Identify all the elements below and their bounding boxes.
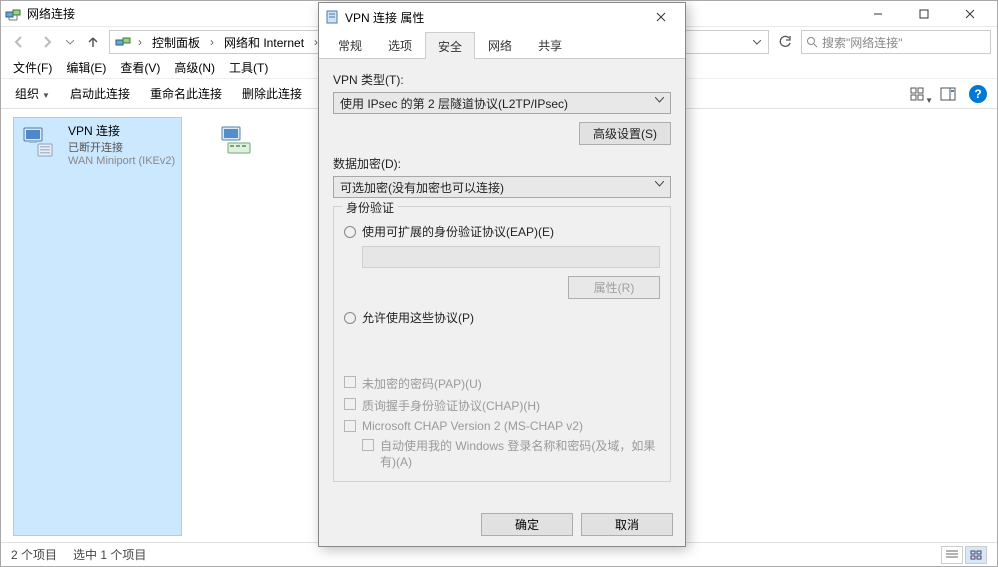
encryption-label: 数据加密(D): (333, 155, 671, 172)
view-mode-button[interactable]: ▼ (905, 83, 931, 105)
forward-button[interactable] (35, 30, 59, 54)
details-view-button[interactable] (941, 546, 963, 564)
vpn-properties-dialog: VPN 连接 属性 常规 选项 安全 网络 共享 VPN 类型(T): 使用 I… (318, 2, 686, 547)
connection-item-partial[interactable] (212, 117, 264, 536)
dialog-buttons: 确定 取消 (319, 505, 685, 546)
radio-icon (344, 312, 356, 324)
checkbox-chap: 质询握手身份验证协议(CHAP)(H) (344, 397, 660, 414)
search-icon (806, 36, 818, 48)
tab-security[interactable]: 安全 (425, 32, 475, 59)
connection-status: 已断开连接 (68, 139, 175, 155)
icons-view-button[interactable] (965, 546, 987, 564)
delete-connection-button[interactable]: 删除此连接 (234, 82, 310, 105)
breadcrumb-seg-0[interactable]: 控制面板 (146, 31, 206, 54)
chk-chap-label: 质询握手身份验证协议(CHAP)(H) (362, 397, 540, 414)
refresh-button[interactable] (773, 30, 797, 54)
checkbox-icon (344, 376, 356, 388)
tab-general[interactable]: 常规 (325, 31, 375, 58)
chk-autocred-label: 自动使用我的 Windows 登录名称和密码(及域，如果有)(A) (380, 438, 660, 470)
tab-sharing[interactable]: 共享 (525, 31, 575, 58)
vpn-type-value: 使用 IPsec 的第 2 层隧道协议(L2TP/IPsec) (340, 95, 568, 112)
checkbox-auto-credentials: 自动使用我的 Windows 登录名称和密码(及域，如果有)(A) (362, 438, 660, 470)
encryption-combo[interactable]: 可选加密(没有加密也可以连接) (333, 176, 671, 198)
window-title: 网络连接 (27, 5, 75, 22)
radio-eap-label: 使用可扩展的身份验证协议(EAP)(E) (362, 223, 554, 240)
radio-allow-protocols[interactable]: 允许使用这些协议(P) (344, 309, 660, 326)
menu-view[interactable]: 查看(V) (114, 57, 166, 78)
help-button[interactable]: ? (965, 83, 991, 105)
breadcrumb-seg-1[interactable]: 网络和 Internet (218, 31, 310, 54)
ok-button[interactable]: 确定 (481, 513, 573, 536)
dialog-icon (325, 10, 339, 24)
auth-legend: 身份验证 (342, 199, 398, 216)
eap-method-combo (362, 246, 660, 268)
advanced-settings-button[interactable]: 高级设置(S) (579, 122, 671, 145)
dialog-title: VPN 连接 属性 (345, 9, 424, 26)
eap-properties-button: 属性(R) (568, 276, 660, 299)
checkbox-icon (362, 439, 374, 451)
preview-pane-button[interactable] (935, 83, 961, 105)
connection-text: VPN 连接 已断开连接 WAN Miniport (IKEv2) (68, 122, 175, 167)
start-connection-button[interactable]: 启动此连接 (62, 82, 138, 105)
encryption-value: 可选加密(没有加密也可以连接) (340, 179, 504, 196)
view-toggle (941, 546, 987, 564)
back-button[interactable] (7, 30, 31, 54)
window-icon (5, 6, 21, 22)
rename-connection-button[interactable]: 重命名此连接 (142, 82, 230, 105)
menu-file[interactable]: 文件(F) (7, 57, 58, 78)
checkbox-mschap: Microsoft CHAP Version 2 (MS-CHAP v2) (344, 419, 660, 433)
status-count: 2 个项目 (11, 546, 57, 563)
dialog-close-button[interactable] (643, 5, 679, 29)
connection-name: VPN 连接 (68, 122, 175, 139)
breadcrumb-dropdown[interactable] (748, 40, 766, 45)
vpn-type-label: VPN 类型(T): (333, 71, 671, 88)
dialog-titlebar: VPN 连接 属性 (319, 3, 685, 31)
connection-driver: WAN Miniport (IKEv2) (68, 155, 175, 167)
location-icon (115, 34, 131, 50)
radio-eap[interactable]: 使用可扩展的身份验证协议(EAP)(E) (344, 223, 660, 240)
close-button[interactable] (947, 1, 993, 27)
tab-options[interactable]: 选项 (375, 31, 425, 58)
checkbox-icon (344, 398, 356, 410)
auth-groupbox: 身份验证 使用可扩展的身份验证协议(EAP)(E) 属性(R) 允许使用这些协议… (333, 206, 671, 482)
radio-allow-label: 允许使用这些协议(P) (362, 309, 474, 326)
chevron-down-icon (655, 181, 664, 187)
menu-tools[interactable]: 工具(T) (223, 57, 274, 78)
connection-item[interactable]: VPN 连接 已断开连接 WAN Miniport (IKEv2) (13, 117, 182, 536)
cancel-button[interactable]: 取消 (581, 513, 673, 536)
dialog-body: VPN 类型(T): 使用 IPsec 的第 2 层隧道协议(L2TP/IPse… (319, 59, 685, 505)
menu-advanced[interactable]: 高级(N) (168, 57, 221, 78)
minimize-button[interactable] (855, 1, 901, 27)
network-adapter-icon (218, 121, 258, 161)
search-input[interactable]: 搜索"网络连接" (801, 30, 991, 54)
history-dropdown[interactable] (63, 40, 77, 45)
menu-edit[interactable]: 编辑(E) (60, 57, 112, 78)
checkbox-pap: 未加密的密码(PAP)(U) (344, 375, 660, 392)
chevron-down-icon (655, 97, 664, 103)
up-button[interactable] (81, 30, 105, 54)
checkbox-icon (344, 420, 356, 432)
chk-mschap-label: Microsoft CHAP Version 2 (MS-CHAP v2) (362, 419, 583, 433)
breadcrumb-sep: › (136, 35, 144, 49)
breadcrumb-sep: › (208, 35, 216, 49)
chk-pap-label: 未加密的密码(PAP)(U) (362, 375, 482, 392)
search-placeholder: 搜索"网络连接" (822, 34, 903, 51)
radio-icon (344, 226, 356, 238)
status-selected: 选中 1 个项目 (73, 546, 146, 563)
tab-network[interactable]: 网络 (475, 31, 525, 58)
maximize-button[interactable] (901, 1, 947, 27)
tabstrip: 常规 选项 安全 网络 共享 (319, 31, 685, 59)
vpn-type-combo[interactable]: 使用 IPsec 的第 2 层隧道协议(L2TP/IPsec) (333, 92, 671, 114)
organize-button[interactable]: 组织▼ (7, 82, 58, 105)
vpn-connection-icon (20, 122, 60, 162)
